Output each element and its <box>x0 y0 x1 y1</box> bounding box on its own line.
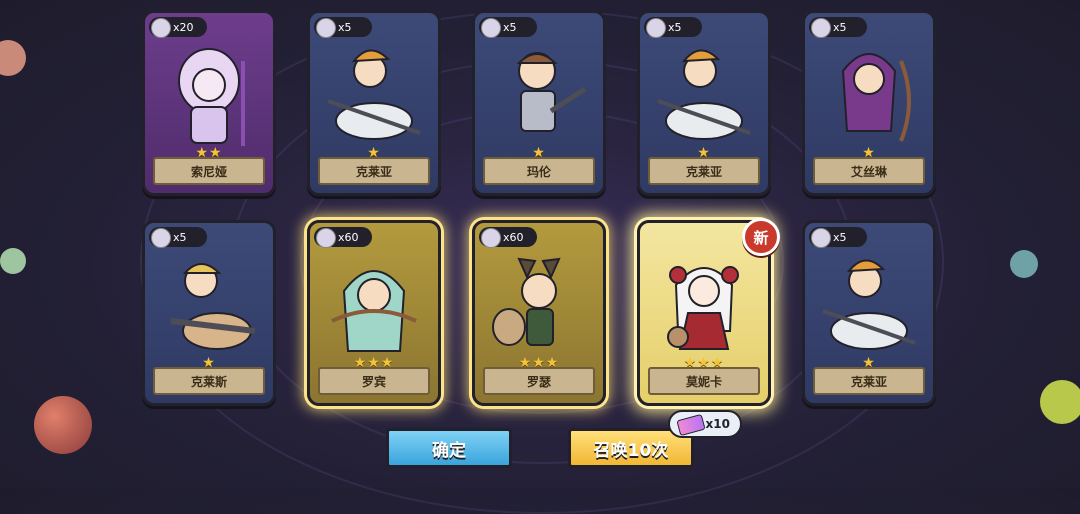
card-count: x5 <box>503 20 517 34</box>
ticket-icon <box>676 413 706 437</box>
new-badge: 新 <box>742 218 780 256</box>
hero-portrait <box>841 53 911 142</box>
card-count: x5 <box>173 230 187 244</box>
avatar-icon <box>811 18 831 38</box>
hero-card[interactable]: x5 ★ 艾丝琳 <box>802 10 936 196</box>
avatar-icon <box>151 18 171 38</box>
count-tag: x60 <box>314 227 372 248</box>
hero-card[interactable]: x20 ★★ 索尼娅 <box>142 10 276 196</box>
hero-card[interactable]: x5 ★ 克莱亚 <box>802 220 936 406</box>
avatar-icon <box>151 228 171 248</box>
hero-name: 克莱亚 <box>813 367 925 395</box>
hero-card[interactable]: x60 ★★★ 罗瑟 <box>472 220 606 406</box>
hero-name: 克莱亚 <box>648 157 760 185</box>
hero-card[interactable]: x5 ★ 玛伦 <box>472 10 606 196</box>
avatar-icon <box>316 228 336 248</box>
planet-icon <box>0 248 26 274</box>
hero-portrait <box>178 48 245 146</box>
count-tag: x5 <box>809 17 867 38</box>
planet-icon <box>1040 380 1080 424</box>
count-tag: x5 <box>809 227 867 248</box>
planet-icon <box>34 396 92 454</box>
count-tag: x5 <box>149 227 207 248</box>
hero-card[interactable]: x5 ★ 克莱亚 <box>307 10 441 196</box>
hero-name: 玛伦 <box>483 157 595 185</box>
hero-name: 罗宾 <box>318 367 430 395</box>
hero-portrait <box>516 52 587 132</box>
planet-icon <box>0 40 26 76</box>
hero-portrait <box>327 49 421 140</box>
hero-name: 艾丝琳 <box>813 157 925 185</box>
hero-name: 克莱斯 <box>153 367 265 395</box>
hero-portrait <box>657 49 751 140</box>
avatar-icon <box>316 18 336 38</box>
avatar-icon <box>481 228 501 248</box>
hero-card[interactable]: x5 ★ 克莱斯 <box>142 220 276 406</box>
hero-portrait <box>492 257 561 346</box>
planet-icon <box>1010 250 1038 278</box>
count-tag: x5 <box>644 17 702 38</box>
summon-cost-amount: x10 <box>705 417 730 431</box>
card-count: x5 <box>833 230 847 244</box>
count-tag: x20 <box>149 17 207 38</box>
count-tag: x5 <box>314 17 372 38</box>
summon-cost: x10 <box>668 410 742 438</box>
avatar-icon <box>646 18 666 38</box>
hero-portrait <box>822 259 916 350</box>
hero-name: 莫妮卡 <box>648 367 760 395</box>
hero-portrait <box>170 263 256 350</box>
hero-portrait <box>331 270 417 352</box>
card-count: x5 <box>338 20 352 34</box>
card-count: x60 <box>503 230 524 244</box>
count-tag: x60 <box>479 227 537 248</box>
hero-card[interactable]: x60 ★★★ 罗宾 <box>307 220 441 406</box>
card-count: x5 <box>833 20 847 34</box>
hero-card[interactable]: x5 ★ 克莱亚 <box>637 10 771 196</box>
hero-name: 索尼娅 <box>153 157 265 185</box>
hero-name: 罗瑟 <box>483 367 595 395</box>
avatar-icon <box>811 228 831 248</box>
card-count: x5 <box>668 20 682 34</box>
avatar-icon <box>481 18 501 38</box>
count-tag: x5 <box>479 17 537 38</box>
card-count: x20 <box>173 20 194 34</box>
confirm-button[interactable]: 确定 <box>386 428 512 468</box>
card-count: x60 <box>338 230 359 244</box>
hero-name: 克莱亚 <box>318 157 430 185</box>
hero-portrait <box>667 266 739 350</box>
